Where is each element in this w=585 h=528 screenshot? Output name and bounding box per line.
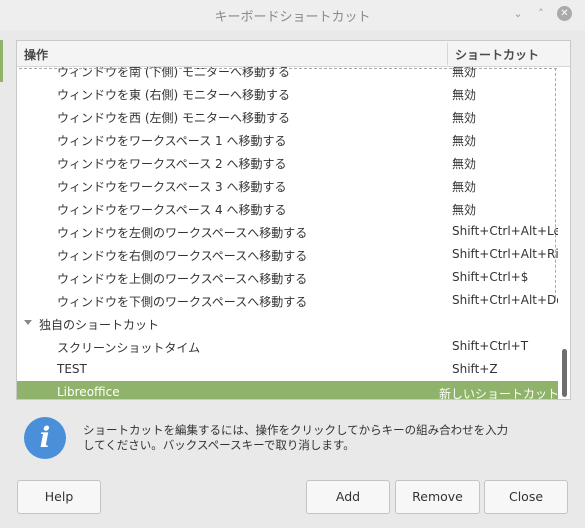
info-icon: i — [24, 417, 66, 459]
action-label: Libreoffice — [57, 385, 120, 399]
remove-button[interactable]: Remove — [395, 480, 480, 514]
action-label: スクリーンショットタイム — [57, 341, 201, 355]
scrollbar-thumb[interactable] — [562, 349, 567, 397]
title-bar: キーボードショートカット ⌄ ˄ ✕ — [0, 0, 585, 30]
list-item[interactable]: ウィンドウを上側のワークスペースへ移動する Shift+Ctrl+$ — [17, 266, 558, 289]
background-strip — [0, 40, 3, 82]
list-item[interactable]: ウィンドウを右側のワークスペースへ移動する Shift+Ctrl+Alt+Rig… — [17, 243, 558, 266]
drop-indicator-side — [555, 68, 556, 298]
shortcut-value: 無効 — [452, 88, 477, 102]
list-rows: ウィンドウを南 (下側) モニターへ移動する 無効 ウィンドウを東 (右側) モ… — [17, 67, 558, 399]
shortcut-value: Shift+Ctrl+Alt+Down — [452, 293, 558, 307]
list-item[interactable]: ウィンドウを南 (下側) モニターへ移動する 無効 — [17, 67, 558, 82]
list-header: 操作 ショートカット — [17, 41, 570, 67]
close-window-icon[interactable]: ✕ — [557, 6, 572, 21]
list-item[interactable]: ウィンドウをワークスペース 1 へ移動する 無効 — [17, 128, 558, 151]
group-label: 独自のショートカット — [39, 318, 160, 332]
action-label: ウィンドウを右側のワークスペースへ移動する — [57, 249, 308, 263]
action-label: ウィンドウをワークスペース 4 へ移動する — [57, 203, 287, 217]
minimize-icon[interactable]: ⌄ — [511, 7, 525, 21]
list-item[interactable]: TEST Shift+Z — [17, 358, 558, 381]
help-button[interactable]: Help — [17, 480, 101, 514]
shortcut-value: 無効 — [452, 111, 477, 125]
list-item[interactable]: ウィンドウを左側のワークスペースへ移動する Shift+Ctrl+Alt+Lef… — [17, 220, 558, 243]
shortcut-value: 無効 — [452, 134, 477, 148]
add-button[interactable]: Add — [306, 480, 390, 514]
expander-triangle-icon[interactable] — [24, 320, 32, 325]
list-item-selected[interactable]: Libreoffice 新しいショートカット... — [17, 381, 558, 399]
column-header-action[interactable]: 操作 — [24, 46, 48, 63]
action-label: ウィンドウを上側のワークスペースへ移動する — [57, 272, 308, 286]
shortcut-value: 無効 — [452, 157, 477, 171]
column-divider — [447, 43, 448, 65]
close-button[interactable]: Close — [484, 480, 568, 514]
action-label: ウィンドウをワークスペース 2 へ移動する — [57, 157, 287, 171]
action-label: ウィンドウをワークスペース 3 へ移動する — [57, 180, 287, 194]
info-message: ショートカットを編集するには、操作をクリックしてからキーの組み合わせを入力してく… — [83, 423, 509, 452]
shortcut-value: Shift+Ctrl+$ — [452, 270, 529, 284]
action-label: ウィンドウを左側のワークスペースへ移動する — [57, 226, 308, 240]
shortcut-value: Shift+Ctrl+Alt+Right — [452, 247, 558, 261]
group-row-custom[interactable]: 独自のショートカット — [17, 312, 558, 335]
shortcut-value: 新しいショートカット... — [439, 387, 558, 399]
shortcut-value: Shift+Z — [452, 362, 498, 376]
column-header-shortcut[interactable]: ショートカット — [455, 46, 539, 63]
shortcut-list[interactable]: 操作 ショートカット ウィンドウを南 (下側) モニターへ移動する 無効 ウィン… — [16, 40, 571, 400]
shortcut-value: Shift+Ctrl+Alt+Left — [452, 224, 558, 238]
list-item[interactable]: スクリーンショットタイム Shift+Ctrl+T — [17, 335, 558, 358]
list-item[interactable]: ウィンドウをワークスペース 2 へ移動する 無効 — [17, 151, 558, 174]
list-item[interactable]: ウィンドウをワークスペース 3 へ移動する 無効 — [17, 174, 558, 197]
shortcut-value: 無効 — [452, 180, 477, 194]
action-label: ウィンドウを下側のワークスペースへ移動する — [57, 295, 308, 309]
maximize-icon[interactable]: ˄ — [534, 7, 548, 21]
action-label: TEST — [57, 362, 87, 376]
list-item[interactable]: ウィンドウを西 (左側) モニターへ移動する 無効 — [17, 105, 558, 128]
shortcut-value: 無効 — [452, 203, 477, 217]
action-label: ウィンドウをワークスペース 1 へ移動する — [57, 134, 287, 148]
list-item[interactable]: ウィンドウを東 (右側) モニターへ移動する 無効 — [17, 82, 558, 105]
list-item[interactable]: ウィンドウをワークスペース 4 へ移動する 無効 — [17, 197, 558, 220]
vertical-scrollbar[interactable] — [558, 67, 570, 399]
window-title: キーボードショートカット — [214, 10, 371, 25]
list-item[interactable]: ウィンドウを下側のワークスペースへ移動する Shift+Ctrl+Alt+Dow… — [17, 289, 558, 312]
shortcut-value: Shift+Ctrl+T — [452, 339, 529, 353]
action-label: ウィンドウを西 (左側) モニターへ移動する — [57, 111, 290, 125]
action-label: ウィンドウを東 (右側) モニターへ移動する — [57, 88, 290, 102]
drop-indicator — [19, 68, 557, 69]
